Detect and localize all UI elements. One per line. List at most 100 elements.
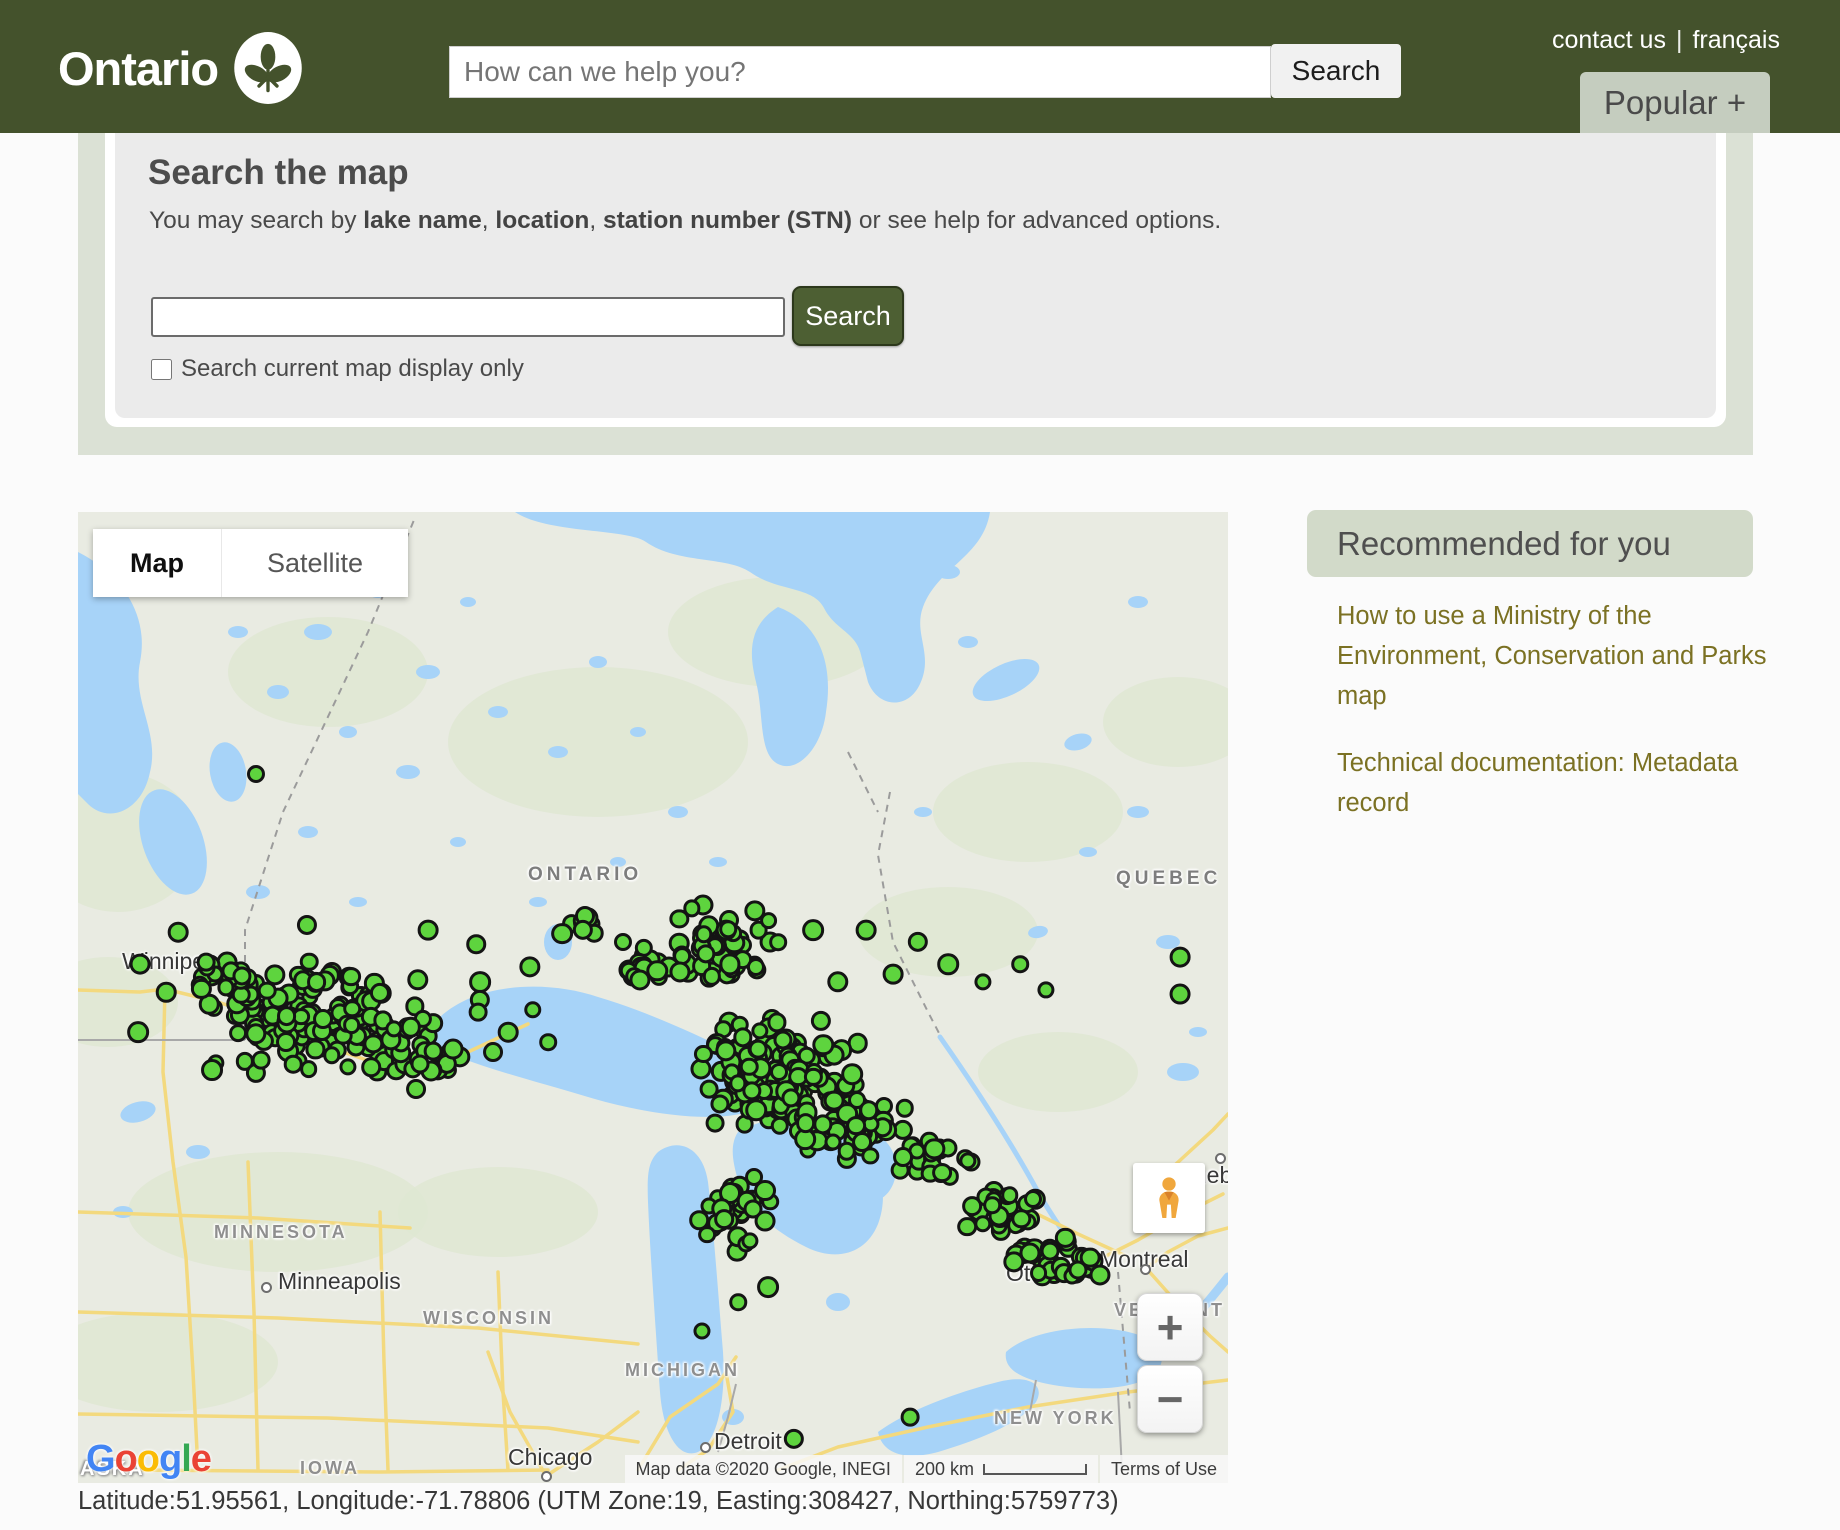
map-city-label-minneapolis: Minneapolis (278, 1268, 401, 1295)
zoom-out-button[interactable]: − (1137, 1365, 1203, 1433)
station-marker[interactable] (856, 920, 877, 941)
station-marker[interactable] (901, 1408, 920, 1427)
station-marker[interactable] (740, 1058, 759, 1077)
station-marker[interactable] (895, 1099, 914, 1118)
station-marker[interactable] (406, 1079, 426, 1099)
station-marker[interactable] (893, 1147, 913, 1167)
station-marker[interactable] (156, 982, 177, 1003)
station-marker[interactable] (1041, 1242, 1060, 1261)
language-link[interactable]: français (1692, 26, 1780, 55)
station-marker[interactable] (770, 1063, 788, 1081)
pegman-icon (1149, 1174, 1189, 1222)
site-search-button[interactable]: Search (1271, 44, 1401, 98)
station-marker[interactable] (411, 1054, 430, 1073)
station-marker[interactable] (883, 964, 904, 985)
station-marker[interactable] (698, 1226, 716, 1244)
map-scale: 200 km (904, 1455, 1098, 1483)
instructions-suffix: or see help for advanced options. (852, 207, 1221, 234)
station-marker[interactable] (130, 954, 151, 975)
station-marker[interactable] (754, 1180, 776, 1202)
station-marker[interactable] (1089, 1264, 1110, 1285)
station-marker[interactable] (1011, 955, 1029, 973)
google-logo[interactable]: Google (86, 1438, 211, 1481)
google-logo-letter: o (115, 1438, 137, 1480)
map-attribution: Map data ©2020 Google, INEGI 200 km Term… (623, 1455, 1228, 1483)
station-marker[interactable] (706, 1113, 725, 1132)
station-marker[interactable] (197, 953, 216, 972)
station-marker[interactable] (307, 972, 327, 992)
google-logo-letter: G (86, 1438, 115, 1480)
search-current-map-label[interactable]: Search current map display only (181, 355, 524, 383)
station-marker[interactable] (614, 933, 632, 951)
map-type-satellite-tab[interactable]: Satellite (222, 529, 408, 597)
instructions-separator: , (482, 207, 496, 234)
station-marker[interactable] (693, 1322, 710, 1339)
recommended-link-how-to-use-map[interactable]: How to use a Ministry of the Environment… (1337, 596, 1769, 716)
station-marker[interactable] (714, 1209, 734, 1229)
station-marker[interactable] (796, 1113, 816, 1133)
station-marker[interactable] (341, 967, 361, 987)
station-marker[interactable] (1024, 1190, 1042, 1208)
station-marker[interactable] (483, 1042, 503, 1062)
map-search-input[interactable] (151, 297, 785, 337)
station-marker[interactable] (443, 1039, 464, 1060)
google-logo-letter: g (159, 1438, 181, 1480)
station-marker[interactable] (769, 933, 787, 951)
street-view-pegman-button[interactable] (1133, 1163, 1205, 1233)
google-logo-letter: e (191, 1438, 211, 1480)
map-label-wisconsin: WISCONSIN (423, 1308, 554, 1329)
station-marker[interactable] (754, 1210, 775, 1231)
station-marker[interactable] (539, 1033, 557, 1051)
station-marker[interactable] (469, 1003, 488, 1022)
site-search-input[interactable] (449, 46, 1271, 98)
station-marker[interactable] (1019, 1242, 1040, 1263)
station-marker[interactable] (729, 1293, 747, 1311)
station-marker[interactable] (932, 1163, 952, 1183)
station-marker[interactable] (1170, 984, 1191, 1005)
station-marker[interactable] (127, 1021, 149, 1043)
station-marker[interactable] (168, 922, 189, 943)
station-marker[interactable] (1170, 947, 1191, 968)
station-marker[interactable] (343, 1016, 361, 1034)
zoom-in-button[interactable]: + (1137, 1293, 1203, 1361)
station-marker[interactable] (852, 1132, 872, 1152)
station-marker[interactable] (247, 765, 265, 783)
station-marker[interactable] (937, 953, 959, 975)
station-marker[interactable] (201, 1059, 223, 1081)
map-search-button[interactable]: Search (792, 286, 904, 346)
station-marker[interactable] (825, 1134, 842, 1151)
station-marker[interactable] (745, 1099, 767, 1121)
station-marker[interactable] (252, 1051, 271, 1070)
map-canvas[interactable]: ONTARIOQUEBECMINNESOTAWISCONSINMICHIGANI… (78, 512, 1228, 1483)
station-marker[interactable] (757, 1276, 779, 1298)
map-city-label-detroit: Detroit (714, 1428, 782, 1455)
station-marker[interactable] (344, 1000, 362, 1018)
station-marker[interactable] (1030, 1264, 1048, 1282)
station-marker[interactable] (841, 1063, 863, 1085)
link-divider: | (1676, 26, 1683, 55)
station-marker[interactable] (983, 1197, 1001, 1215)
station-marker[interactable] (498, 1022, 519, 1043)
station-marker[interactable] (824, 1090, 845, 1111)
station-marker[interactable] (749, 1040, 768, 1059)
station-marker[interactable] (418, 920, 439, 941)
station-marker[interactable] (669, 961, 690, 982)
station-marker[interactable] (258, 981, 277, 1000)
station-marker[interactable] (719, 920, 737, 938)
ontario-logo[interactable]: Ontario (58, 32, 302, 104)
station-marker[interactable] (313, 1009, 333, 1029)
map-type-map-tab[interactable]: Map (93, 529, 222, 597)
station-marker[interactable] (802, 919, 824, 941)
station-marker[interactable] (551, 923, 573, 945)
contact-us-link[interactable]: contact us (1552, 26, 1666, 55)
station-marker[interactable] (300, 1060, 318, 1078)
map-label-ontario: ONTARIO (528, 864, 642, 886)
station-marker[interactable] (300, 952, 319, 971)
station-marker[interactable] (276, 1032, 296, 1052)
terms-of-use-link[interactable]: Terms of Use (1100, 1455, 1228, 1483)
station-marker[interactable] (466, 934, 486, 954)
popular-menu-button[interactable]: Popular + (1580, 72, 1770, 133)
search-current-map-checkbox[interactable] (151, 359, 172, 380)
station-marker[interactable] (362, 1057, 382, 1077)
recommended-link-metadata-record[interactable]: Technical documentation: Metadata record (1337, 743, 1769, 823)
